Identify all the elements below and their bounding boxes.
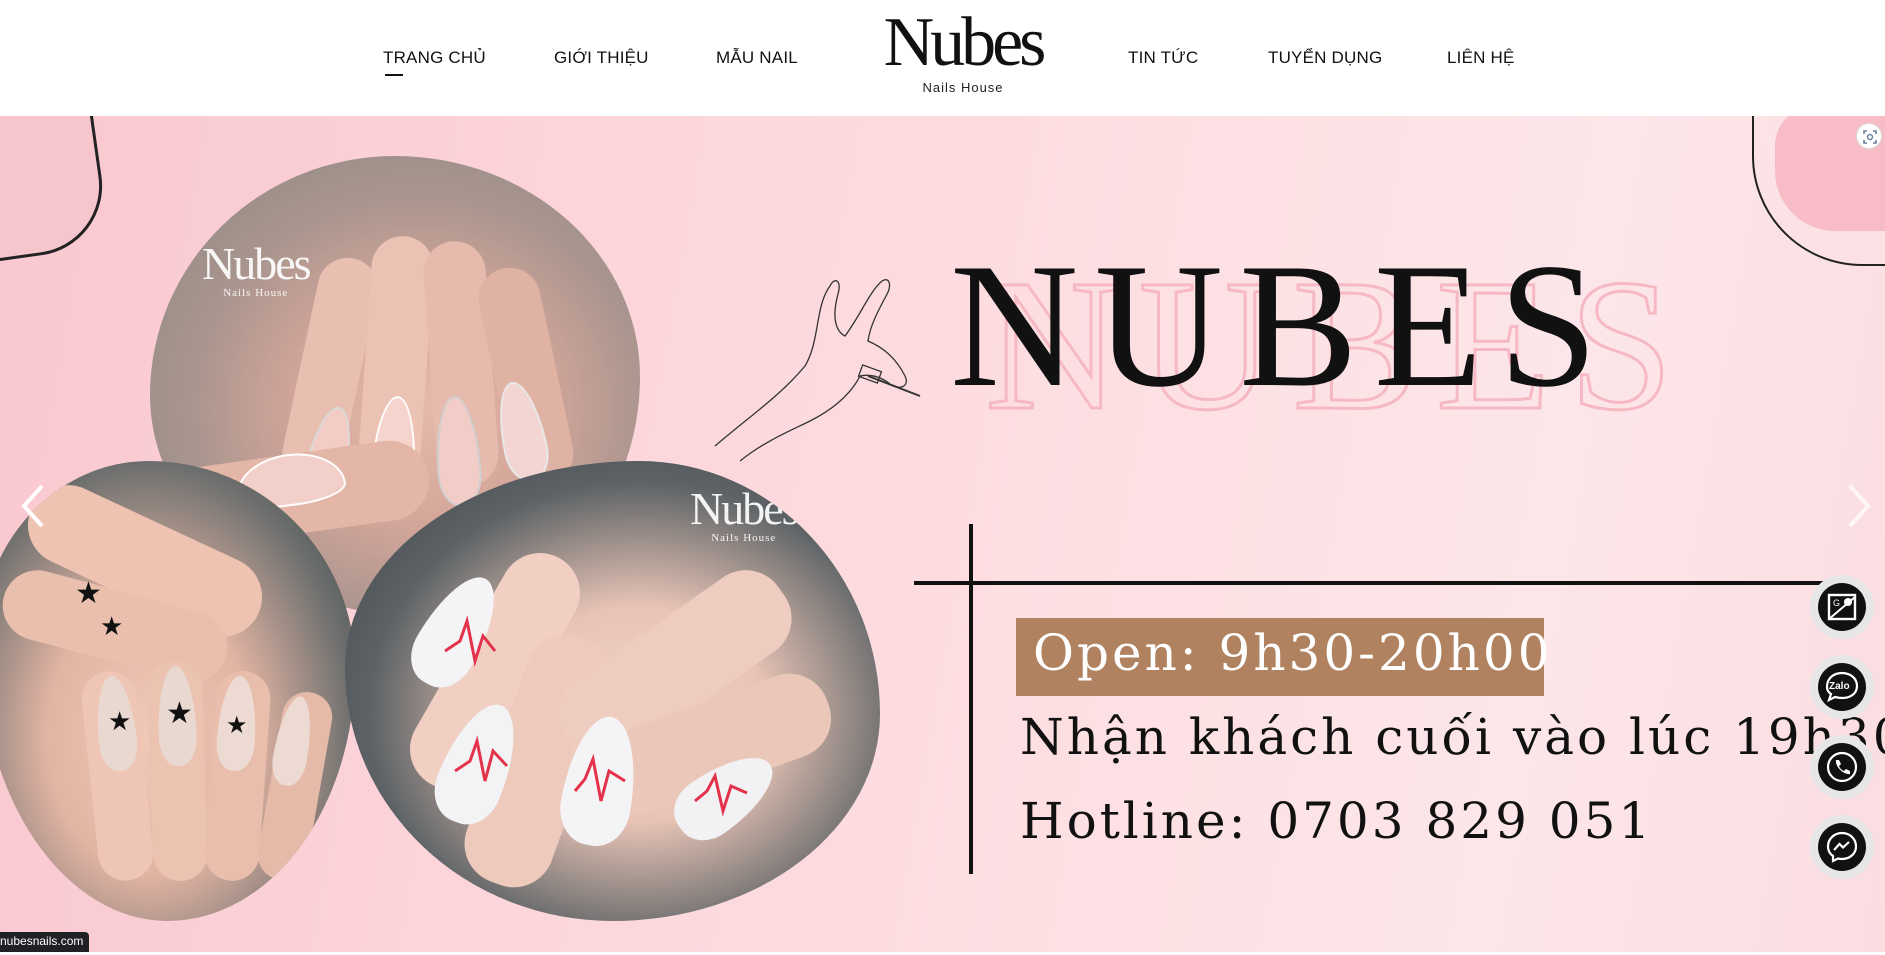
nav-item-about[interactable]: GIỚI THIỆU bbox=[554, 48, 649, 68]
site-logo[interactable]: Nubes Nails House bbox=[878, 8, 1048, 100]
opening-hours-text: Open: 9h30-20h00 bbox=[1033, 624, 1553, 682]
last-customer-text: Nhận khách cuối vào lúc 19h30 bbox=[1020, 708, 1885, 766]
visual-search-button[interactable] bbox=[1856, 123, 1882, 149]
messenger-contact-button[interactable] bbox=[1810, 815, 1874, 879]
decorative-vertical-line bbox=[969, 524, 973, 874]
decorative-horizontal-line bbox=[914, 581, 1844, 585]
zalo-contact-button[interactable]: Zalo bbox=[1810, 655, 1874, 719]
nail-photo-black-stars: ★ ★ ★ ★ ★ bbox=[0, 461, 355, 921]
status-bar-url: nubesnails.com bbox=[0, 932, 90, 953]
slider-next-button[interactable] bbox=[1840, 476, 1880, 536]
hand-polish-illustration bbox=[714, 279, 921, 462]
brand-title: NUBES bbox=[950, 226, 1614, 424]
site-header: TRANG CHỦ GIỚI THIỆU MẪU NAIL Nubes Nail… bbox=[0, 0, 1885, 116]
hotline-text: Hotline: 0703 829 051 bbox=[1020, 792, 1654, 850]
hero-banner[interactable]: Nubes Nails House ★ ★ ★ ★ ★ Nubes Nails … bbox=[0, 116, 1885, 952]
map-contact-button[interactable]: G bbox=[1810, 575, 1874, 639]
slider-prev-button[interactable] bbox=[12, 476, 52, 536]
chevron-right-icon bbox=[1848, 484, 1871, 528]
logo-wordmark: Nubes bbox=[883, 4, 1047, 81]
photo-watermark-logo: Nubes Nails House bbox=[690, 483, 800, 545]
logo-tagline: Nails House bbox=[922, 80, 1004, 95]
phone-icon bbox=[1826, 751, 1858, 783]
nav-item-careers[interactable]: TUYỂN DỤNG bbox=[1268, 48, 1382, 68]
chevron-left-icon bbox=[21, 484, 44, 528]
phone-contact-button[interactable] bbox=[1810, 735, 1874, 799]
nav-item-nail-designs[interactable]: MẪU NAIL bbox=[716, 48, 798, 68]
zalo-label: Zalo bbox=[1829, 681, 1850, 692]
svg-text:G: G bbox=[1833, 598, 1840, 608]
scan-icon bbox=[1863, 130, 1877, 144]
nav-item-news[interactable]: TIN TỨC bbox=[1128, 48, 1198, 68]
messenger-icon bbox=[1826, 831, 1858, 863]
nail-photo-heartbeat: Nubes Nails House bbox=[345, 461, 880, 921]
decorative-blob bbox=[0, 116, 112, 265]
map-icon: G bbox=[1827, 593, 1857, 621]
photo-watermark-logo: Nubes Nails House bbox=[202, 238, 312, 300]
nav-item-contact[interactable]: LIÊN HỆ bbox=[1447, 48, 1515, 68]
nav-item-home[interactable]: TRANG CHỦ bbox=[383, 48, 486, 76]
